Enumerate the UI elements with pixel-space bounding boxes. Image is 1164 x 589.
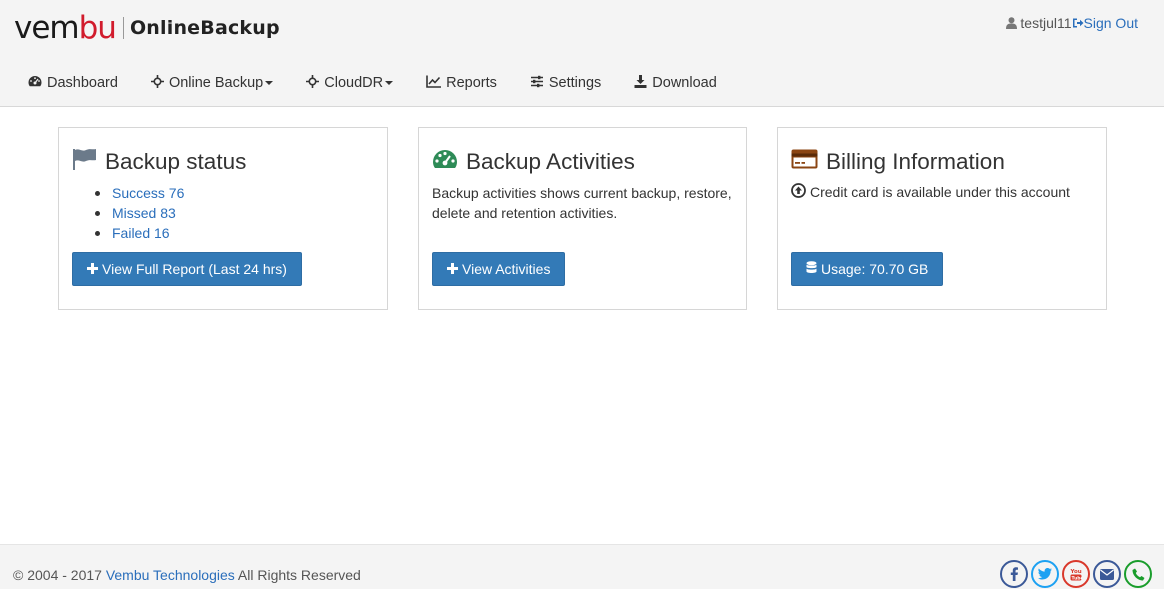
- social-links: YouTube: [1000, 560, 1152, 588]
- nav-label: Online Backup: [168, 75, 264, 91]
- nav-reports[interactable]: Reports: [426, 75, 497, 92]
- crosshair-icon: [150, 74, 169, 92]
- chevron-down-icon: [265, 81, 274, 85]
- nav-label: Settings: [548, 75, 602, 91]
- database-icon: [806, 261, 821, 277]
- nav-label: CloudDR: [324, 75, 384, 91]
- nav-settings[interactable]: Settings: [530, 75, 601, 92]
- credit-card-icon: [791, 149, 826, 175]
- nav-online-backup[interactable]: Online Backup: [150, 74, 274, 92]
- billing-info-text: Credit card is available under this acco…: [810, 184, 1070, 200]
- main-nav: Dashboard Online Backup CloudDR Reports: [28, 71, 750, 95]
- usage-button[interactable]: Usage: 70.70 GB: [791, 252, 944, 286]
- nav-dashboard[interactable]: Dashboard: [28, 75, 118, 91]
- button-label: View Full Report (Last 24 hrs): [102, 261, 287, 277]
- username: testjul11: [1020, 15, 1072, 31]
- status-failed-link[interactable]: Failed 16: [112, 225, 170, 241]
- activities-description: Backup activities shows current backup, …: [432, 185, 732, 221]
- sign-out-link[interactable]: Sign Out: [1072, 15, 1138, 31]
- view-activities-button[interactable]: View Activities: [432, 252, 566, 286]
- download-icon: [634, 74, 652, 92]
- button-label: View Activities: [462, 261, 551, 277]
- company-link[interactable]: Vembu Technologies: [106, 567, 235, 583]
- nav-clouddr[interactable]: CloudDR: [306, 74, 394, 92]
- logo-wordmark: vembu: [14, 9, 117, 46]
- backup-status-heading: Backup status: [72, 146, 374, 178]
- nav-download[interactable]: Download: [634, 74, 717, 92]
- arrow-circle-up-icon: [791, 183, 810, 201]
- vembu-logo[interactable]: vembu OnlineBackup: [14, 10, 280, 46]
- billing-info-heading: Billing Information: [791, 146, 1093, 178]
- user-box: testjul11 Sign Out: [1006, 15, 1138, 31]
- nav-label: Dashboard: [47, 75, 118, 91]
- sign-out-icon: [1072, 17, 1084, 29]
- flag-icon: [72, 148, 105, 176]
- backup-status-panel: Backup status Success 76 Missed 83 Faile…: [58, 127, 388, 310]
- view-full-report-button[interactable]: View Full Report (Last 24 hrs): [72, 252, 302, 286]
- logo-product-name: OnlineBackup: [129, 17, 280, 39]
- list-item[interactable]: Missed 83: [95, 203, 374, 223]
- plus-icon: [87, 261, 102, 277]
- copyright-text: © 2004 - 2017 Vembu Technologies All Rig…: [13, 567, 361, 583]
- youtube-icon[interactable]: YouTube: [1062, 560, 1090, 588]
- facebook-icon[interactable]: [1000, 560, 1028, 588]
- twitter-icon[interactable]: [1031, 560, 1059, 588]
- top-header: vembu OnlineBackup testjul11 Sign Out Da…: [0, 0, 1164, 107]
- panel-title: Backup Activities: [466, 149, 635, 174]
- nav-label: Download: [652, 75, 717, 91]
- phone-icon[interactable]: [1124, 560, 1152, 588]
- list-item[interactable]: Failed 16: [95, 223, 374, 243]
- speedometer-icon: [432, 149, 466, 175]
- crosshair-icon: [306, 74, 324, 92]
- status-success-link[interactable]: Success 76: [112, 185, 184, 201]
- chevron-down-icon: [385, 81, 394, 85]
- button-label: Usage: 70.70 GB: [821, 261, 929, 277]
- panel-title: Billing Information: [826, 149, 1005, 174]
- backup-status-list: Success 76 Missed 83 Failed 16: [95, 183, 374, 243]
- email-icon[interactable]: [1093, 560, 1121, 588]
- backup-activities-panel: Backup Activities Backup activities show…: [418, 127, 747, 310]
- backup-activities-heading: Backup Activities: [432, 146, 733, 178]
- logo-divider: [122, 17, 124, 39]
- dashboard-icon: [28, 75, 47, 91]
- plus-icon: [447, 261, 462, 277]
- user-icon: [1006, 17, 1018, 29]
- sign-out-label: Sign Out: [1083, 15, 1138, 31]
- page-footer: © 2004 - 2017 Vembu Technologies All Rig…: [0, 544, 1164, 589]
- nav-label: Reports: [446, 75, 497, 91]
- line-chart-icon: [426, 75, 446, 92]
- svg-text:You: You: [1070, 569, 1082, 575]
- billing-info-line: Credit card is available under this acco…: [791, 183, 1093, 201]
- panel-title: Backup status: [105, 149, 247, 174]
- billing-info-panel: Billing Information Credit card is avail…: [777, 127, 1107, 310]
- copyright-suffix: All Rights Reserved: [237, 567, 361, 583]
- copyright-years: © 2004 - 2017: [13, 567, 102, 583]
- list-item[interactable]: Success 76: [95, 183, 374, 203]
- status-missed-link[interactable]: Missed 83: [112, 205, 176, 221]
- sliders-icon: [530, 75, 549, 92]
- svg-text:Tube: Tube: [1072, 576, 1083, 582]
